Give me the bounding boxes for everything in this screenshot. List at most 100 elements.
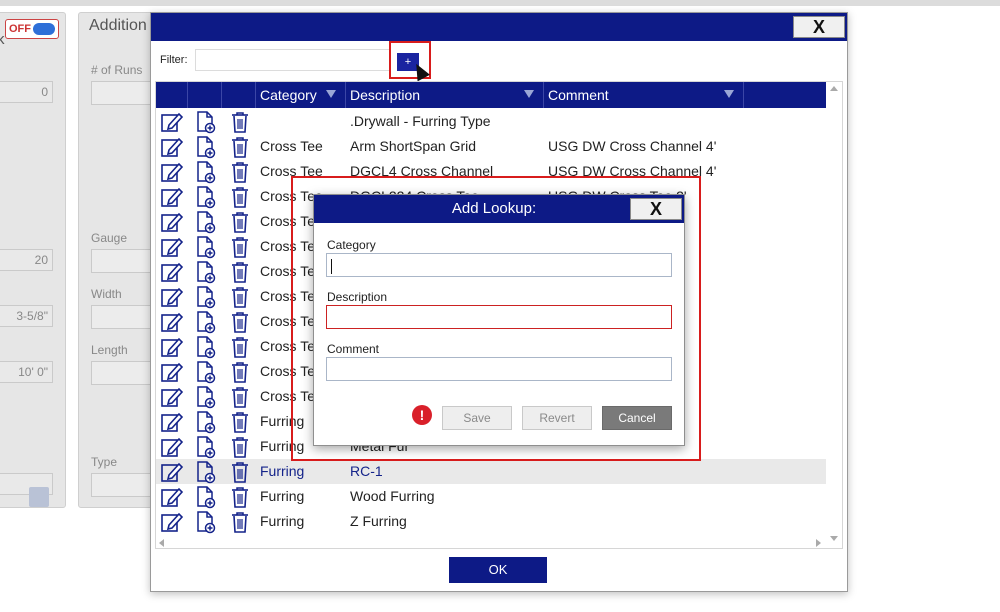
column-header-category[interactable]: Category — [256, 82, 346, 108]
column-header-label: Category — [260, 87, 317, 103]
category-input[interactable] — [326, 253, 672, 277]
trash-icon[interactable] — [228, 510, 252, 534]
description-cell: Wood Furring — [350, 488, 435, 504]
trash-icon[interactable] — [228, 160, 252, 184]
trash-icon[interactable] — [228, 110, 252, 134]
new-document-icon[interactable] — [194, 460, 218, 484]
toggle-switch[interactable]: OFF — [5, 19, 59, 39]
description-cell: DGCL4 Cross Channel — [350, 163, 494, 179]
table-row[interactable]: .Drywall - Furring Type — [156, 109, 826, 134]
scroll-right-arrow[interactable] — [816, 539, 821, 547]
edit-icon[interactable] — [160, 285, 184, 309]
table-row[interactable]: Furring RC-1 — [156, 459, 826, 484]
scroll-down-arrow[interactable] — [830, 536, 838, 541]
edit-icon[interactable] — [160, 210, 184, 234]
new-document-icon[interactable] — [194, 185, 218, 209]
background-value: 3-5/8" — [0, 305, 53, 327]
scroll-left-arrow[interactable] — [159, 539, 164, 547]
new-document-icon[interactable] — [194, 235, 218, 259]
new-document-icon[interactable] — [194, 410, 218, 434]
new-document-icon[interactable] — [194, 435, 218, 459]
edit-icon[interactable] — [160, 335, 184, 359]
category-cell: Furring — [260, 463, 305, 479]
new-document-icon[interactable] — [194, 510, 218, 534]
edit-icon[interactable] — [160, 235, 184, 259]
table-row[interactable]: Furring Wood Furring — [156, 484, 826, 509]
background-input — [91, 81, 157, 105]
new-document-icon[interactable] — [194, 360, 218, 384]
comment-input[interactable] — [326, 357, 672, 381]
background-input — [91, 361, 157, 385]
background-input — [91, 473, 157, 497]
filter-icon[interactable] — [724, 90, 734, 98]
trash-icon[interactable] — [228, 135, 252, 159]
warning-icon: ! — [412, 405, 432, 425]
close-button[interactable]: X — [630, 198, 682, 220]
ok-button[interactable]: OK — [449, 557, 547, 583]
edit-icon[interactable] — [160, 510, 184, 534]
comment-cell — [548, 484, 748, 509]
category-cell — [260, 109, 344, 134]
trash-icon[interactable] — [228, 460, 252, 484]
trash-icon[interactable] — [228, 285, 252, 309]
new-document-icon[interactable] — [194, 135, 218, 159]
cancel-button[interactable]: Cancel — [602, 406, 672, 430]
category-label: Category — [327, 238, 376, 252]
edit-icon[interactable] — [160, 135, 184, 159]
new-document-icon[interactable] — [194, 335, 218, 359]
new-document-icon[interactable] — [194, 310, 218, 334]
table-row[interactable]: Furring Z Furring — [156, 509, 826, 534]
new-document-icon[interactable] — [194, 110, 218, 134]
trash-icon[interactable] — [228, 260, 252, 284]
new-document-icon[interactable] — [194, 485, 218, 509]
field-label: Type — [91, 455, 118, 469]
edit-icon[interactable] — [160, 260, 184, 284]
edit-icon[interactable] — [160, 310, 184, 334]
edit-icon[interactable] — [160, 185, 184, 209]
scroll-up-arrow[interactable] — [830, 86, 838, 91]
toggle-label: OFF — [9, 23, 31, 35]
column-header-description[interactable]: Description — [346, 82, 544, 108]
panel-title: Addition — [89, 17, 147, 34]
trash-icon[interactable] — [228, 435, 252, 459]
edit-icon[interactable] — [160, 435, 184, 459]
revert-button[interactable]: Revert — [522, 406, 592, 430]
table-row[interactable]: Cross Tee Arm ShortSpan Grid USG DW Cross … — [156, 134, 826, 159]
edit-icon[interactable] — [160, 385, 184, 409]
new-document-icon[interactable] — [194, 210, 218, 234]
table-row[interactable]: Cross Tee DGCL4 Cross Channel USG DW Cross… — [156, 159, 826, 184]
trash-icon[interactable] — [228, 235, 252, 259]
new-document-icon[interactable] — [194, 285, 218, 309]
trash-icon[interactable] — [228, 485, 252, 509]
trash-icon[interactable] — [228, 185, 252, 209]
comment-cell — [548, 509, 748, 534]
trash-icon[interactable] — [228, 310, 252, 334]
add-lookup-dialog: Add Lookup: X Category Description Comme… — [313, 194, 685, 446]
text-cursor — [331, 259, 332, 274]
trash-icon[interactable] — [228, 385, 252, 409]
edit-icon[interactable] — [160, 410, 184, 434]
trash-icon[interactable] — [228, 410, 252, 434]
trash-icon[interactable] — [228, 210, 252, 234]
trash-icon[interactable] — [228, 335, 252, 359]
new-document-icon[interactable] — [194, 260, 218, 284]
filter-input[interactable] — [195, 49, 391, 71]
save-button[interactable]: Save — [442, 406, 512, 430]
edit-icon[interactable] — [160, 110, 184, 134]
edit-icon[interactable] — [160, 160, 184, 184]
filter-icon[interactable] — [326, 90, 336, 98]
new-document-icon[interactable] — [194, 160, 218, 184]
dialog-title: Add Lookup: — [451, 200, 537, 217]
trash-icon[interactable] — [228, 360, 252, 384]
header-delete-column — [222, 82, 256, 108]
edit-icon[interactable] — [160, 360, 184, 384]
description-input[interactable] — [326, 305, 672, 329]
new-document-icon[interactable] — [194, 385, 218, 409]
filter-icon[interactable] — [524, 90, 534, 98]
edit-icon[interactable] — [160, 485, 184, 509]
close-button[interactable]: X — [793, 16, 845, 38]
header-edit-column — [156, 82, 188, 108]
edit-icon[interactable] — [160, 460, 184, 484]
column-header-comment[interactable]: Comment — [544, 82, 744, 108]
category-cell: Cross Tee — [260, 163, 323, 179]
